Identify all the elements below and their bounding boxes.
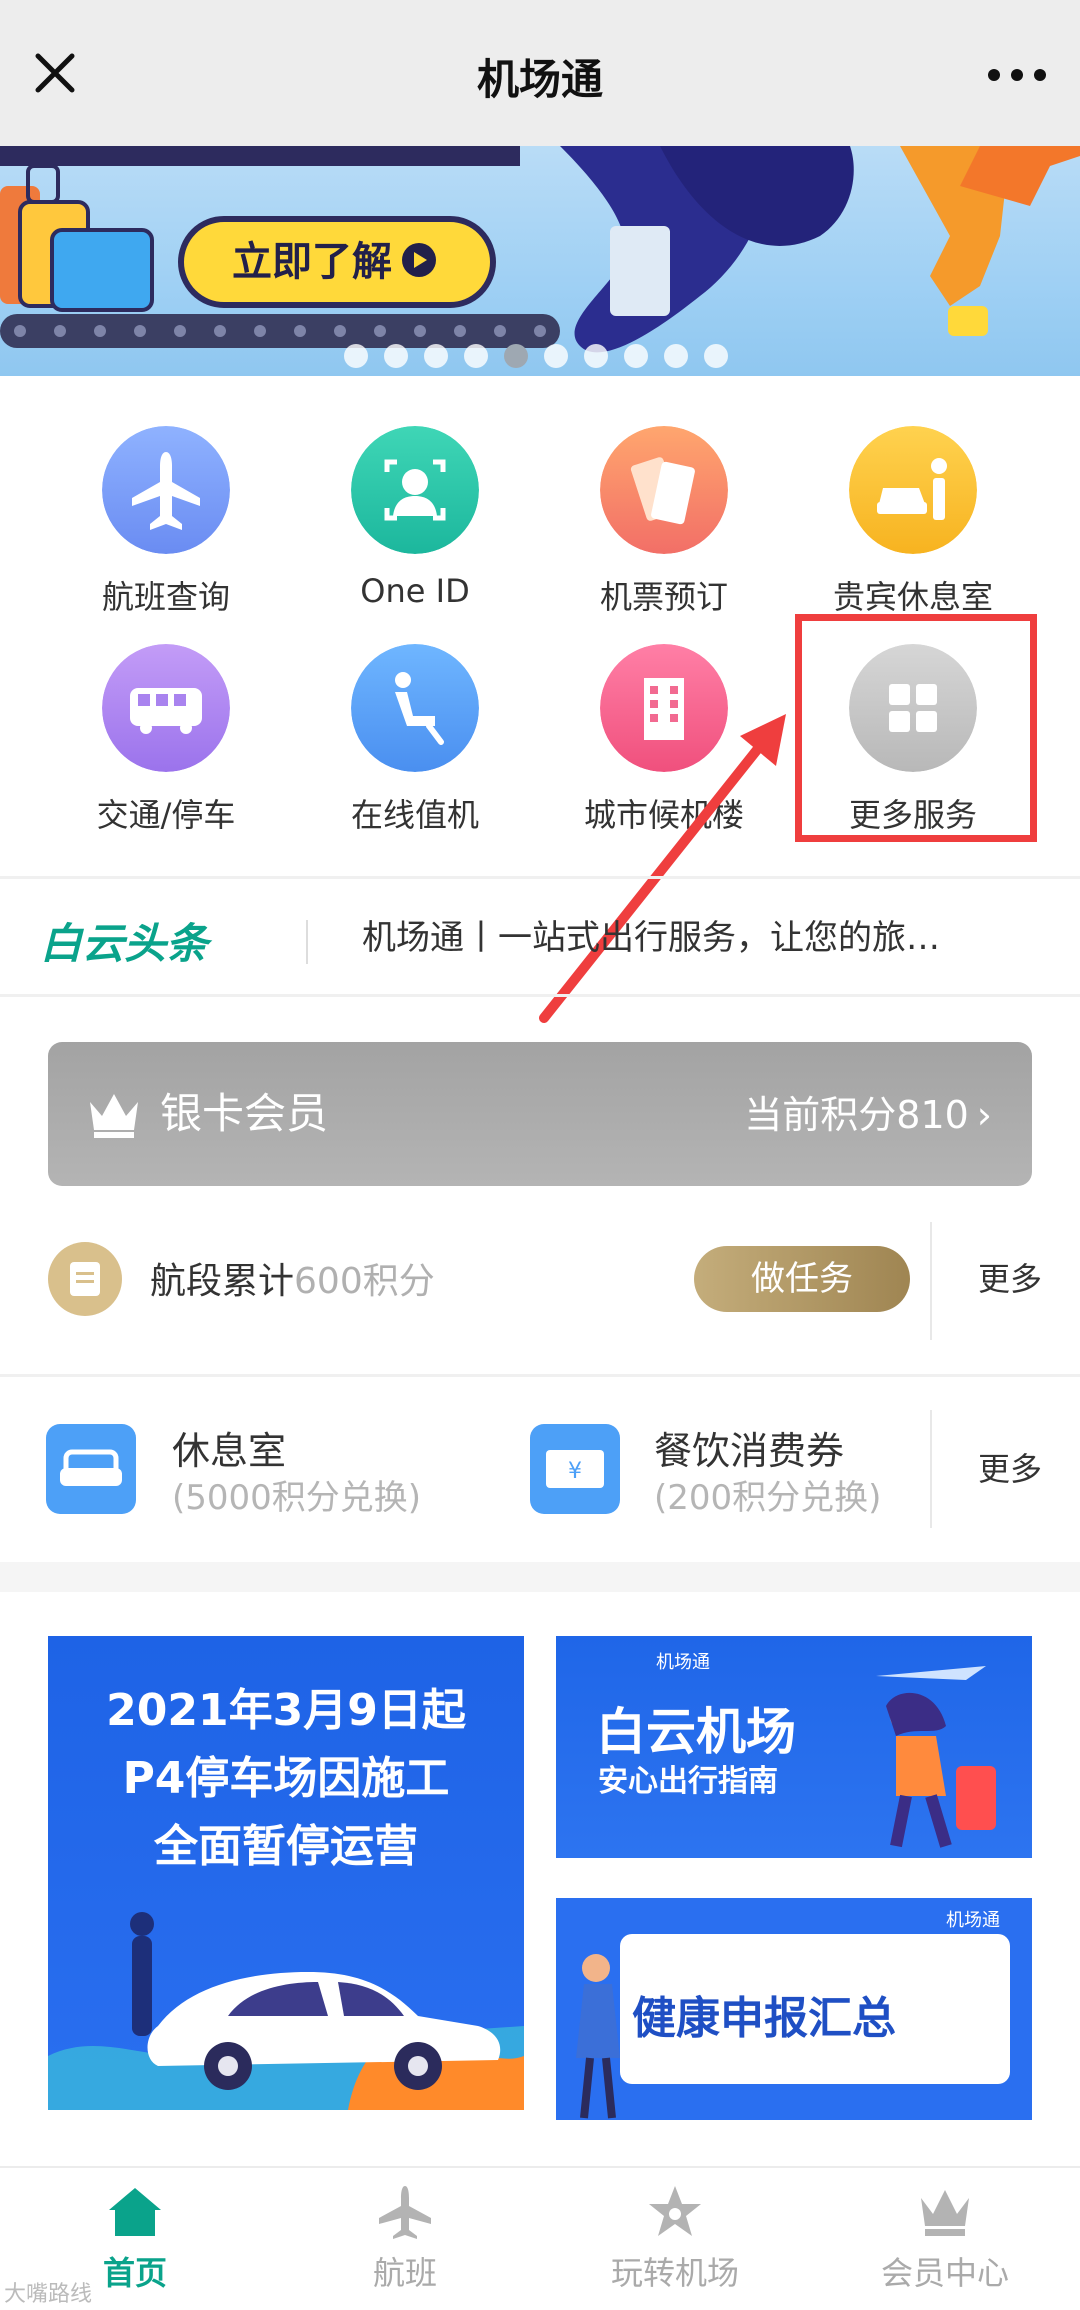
chevron-right-icon: › (976, 1093, 992, 1137)
crown-icon (90, 1094, 138, 1138)
ticket-icon (600, 426, 728, 554)
member-card[interactable]: 银卡会员 当前积分810 › (48, 1042, 1032, 1186)
points-label: 当前积分810 (744, 1093, 969, 1137)
service-ticket-booking[interactable]: 机票预订 (544, 426, 784, 626)
service-label: 在线值机 (350, 796, 479, 834)
plane-icon (379, 2186, 431, 2239)
watermark: 大嘴路线 (4, 2282, 93, 2307)
vertical-separator (930, 1410, 932, 1528)
bottom-nav: 首页 航班 玩转机场 会员中心 (0, 2166, 1080, 2310)
benefit-dining-voucher[interactable]: ¥ 餐饮消费券 (200积分兑换) (530, 1420, 930, 1530)
task-points: 600积分 (294, 1261, 435, 1302)
close-icon[interactable] (30, 48, 80, 98)
star-icon (649, 2186, 701, 2236)
task-icon (48, 1242, 122, 1316)
service-label: 航班查询 (101, 578, 230, 616)
voucher-icon: ¥ (530, 1424, 620, 1514)
seat-icon (351, 644, 479, 772)
sofa-icon (46, 1424, 136, 1514)
news-logo: 白云头条 (40, 919, 209, 968)
promo-brand: 机场通 (946, 1910, 1000, 1931)
promo-line: P4停车场因施工 (122, 1753, 450, 1804)
page-title: 机场通 (476, 55, 603, 104)
promo-subtitle: 安心出行指南 (598, 1764, 778, 1799)
top-bar: 机场通 (0, 0, 1080, 146)
woman-illustration (576, 1954, 620, 2119)
promo-parking-notice[interactable]: 2021年3月9日起 P4停车场因施工 全面暂停运营 (48, 1636, 524, 2110)
banner-illustration (0, 146, 1080, 353)
promo-banner[interactable]: 立即了解 (0, 146, 1080, 376)
nav-explore-airport[interactable]: 玩转机场 (540, 2168, 810, 2310)
promo-health-declaration[interactable]: 机场通 健康申报汇总 (556, 1898, 1032, 2120)
member-tier: 银卡会员 (160, 1089, 329, 1138)
benefit-subtitle: (200积分兑换) (654, 1478, 882, 1518)
task-title: 航段累计600积分 (150, 1252, 435, 1304)
promo-title: 白云机场 (596, 1703, 796, 1761)
nav-label: 玩转机场 (610, 2254, 739, 2292)
task-more-link[interactable]: 更多 (978, 1254, 1042, 1300)
benefit-title: 休息室 (172, 1429, 287, 1473)
traveler-illustration (876, 1666, 996, 1848)
svg-text:¥: ¥ (568, 1459, 582, 1484)
benefit-title: 餐饮消费券 (654, 1429, 845, 1473)
face-id-icon (351, 426, 479, 554)
vertical-separator (930, 1222, 932, 1340)
service-label: 交通/停车 (96, 796, 236, 834)
promo-line: 全面暂停运营 (154, 1821, 418, 1872)
bus-icon (102, 644, 230, 772)
benefit-subtitle: (5000积分兑换) (172, 1478, 422, 1518)
service-label: One ID (360, 572, 470, 610)
service-online-checkin[interactable]: 在线值机 (295, 644, 535, 844)
nav-flights[interactable]: 航班 (270, 2168, 540, 2310)
nav-label: 会员中心 (880, 2254, 1009, 2292)
section-divider (0, 876, 1080, 879)
benefit-lounge[interactable]: 休息室 (5000积分兑换) (46, 1420, 506, 1530)
learn-more-label: 立即了解 (232, 239, 392, 285)
nav-label: 航班 (372, 2254, 437, 2292)
service-label: 机票预订 (599, 578, 728, 616)
vip-lounge-icon (849, 426, 977, 554)
carousel-indicators[interactable] (0, 344, 1080, 368)
service-vip-lounge[interactable]: 贵宾休息室 (793, 426, 1033, 626)
nav-member-center[interactable]: 会员中心 (810, 2168, 1080, 2310)
member-points: 当前积分810 › (744, 1084, 992, 1139)
promo-travel-guide[interactable]: 机场通 白云机场 安心出行指南 (556, 1636, 1032, 1858)
section-divider (0, 994, 1080, 997)
highlight-box (795, 614, 1037, 842)
learn-more-button[interactable]: 立即了解 (178, 216, 496, 308)
news-separator (306, 920, 308, 964)
task-title-text: 航段累计 (150, 1261, 295, 1302)
do-task-button[interactable]: 做任务 (694, 1246, 910, 1312)
more-menu-icon[interactable] (984, 55, 1050, 95)
play-icon (402, 243, 436, 277)
benefits-more-link[interactable]: 更多 (978, 1444, 1042, 1490)
service-transport-parking[interactable]: 交通/停车 (46, 644, 286, 844)
news-headline[interactable]: 机场通丨一站式出行服务，让您的旅… (362, 910, 1052, 959)
annotation-arrow (539, 714, 786, 1023)
service-label: 贵宾休息室 (832, 578, 993, 616)
promo-line: 2021年3月9日起 (106, 1685, 466, 1736)
promo-brand: 机场通 (656, 1652, 710, 1673)
home-icon (109, 2188, 161, 2236)
plane-icon (102, 426, 230, 554)
service-one-id[interactable]: One ID (295, 426, 535, 626)
service-flight-search[interactable]: 航班查询 (46, 426, 286, 626)
crown-icon (921, 2190, 969, 2236)
car-illustration (48, 1912, 524, 2110)
promo-title: 健康申报汇总 (632, 1993, 896, 2044)
section-spacer (0, 1562, 1080, 1592)
section-divider (0, 1374, 1080, 1377)
